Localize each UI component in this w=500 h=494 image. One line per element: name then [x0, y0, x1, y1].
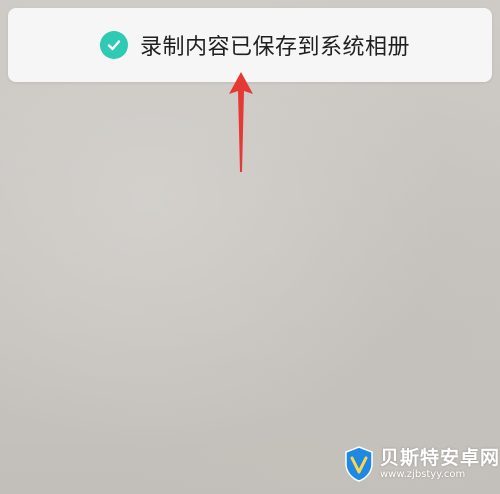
watermark-url: www.zjbstyy.com: [380, 468, 466, 480]
shield-logo-icon: [345, 446, 373, 482]
toast-message: 录制内容已保存到系统相册: [140, 35, 411, 60]
toast-notification: 录制内容已保存到系统相册: [8, 8, 492, 82]
red-arrow-icon: [229, 72, 253, 172]
watermark-title: 贝斯特安卓网: [380, 447, 500, 470]
check-circle-icon: [100, 31, 128, 59]
watermark: 贝斯特安卓网 www.zjbstyy.com: [344, 442, 499, 486]
